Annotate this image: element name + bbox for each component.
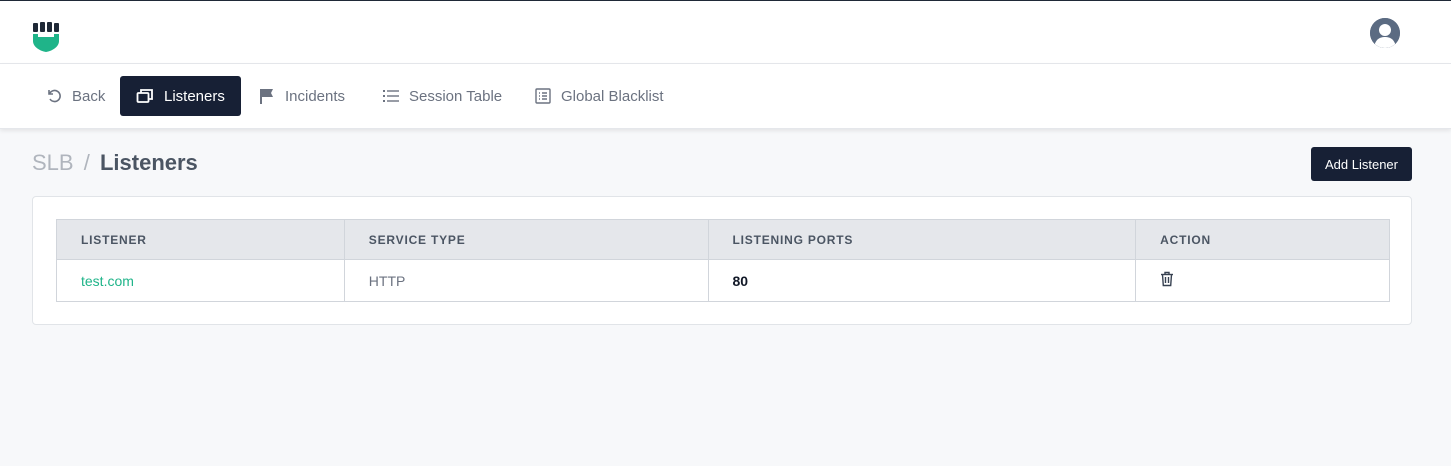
column-header-service-type: SERVICE TYPE	[343, 219, 709, 260]
flag-icon	[260, 89, 273, 104]
column-header-listener: LISTENER	[56, 219, 345, 260]
breadcrumb: SLB / Listeners	[32, 150, 198, 176]
nav-global-blacklist-label: Global Blacklist	[561, 87, 664, 105]
column-header-action: ACTION	[1135, 219, 1390, 260]
undo-icon	[48, 89, 61, 103]
nav-session-table[interactable]: Session Table	[383, 76, 502, 116]
nav-session-table-label: Session Table	[409, 87, 503, 105]
nav-back[interactable]: Back	[46, 76, 105, 116]
delete-button[interactable]	[1160, 271, 1174, 290]
sub-navigation: Back Listeners Incidents Session Table G…	[0, 64, 1451, 129]
listener-link[interactable]: test.com	[56, 259, 345, 302]
breadcrumb-parent[interactable]: SLB	[32, 150, 74, 175]
action-cell	[1135, 259, 1390, 302]
user-avatar-icon[interactable]	[1370, 18, 1400, 48]
table-header-row: LISTENER SERVICE TYPE LISTENING PORTS AC…	[56, 219, 1390, 260]
table-row: test.com HTTP 80	[56, 259, 1390, 302]
nav-listeners-label: Listeners	[164, 87, 225, 105]
top-header	[0, 0, 1451, 64]
listeners-table: LISTENER SERVICE TYPE LISTENING PORTS AC…	[56, 219, 1390, 302]
nav-incidents[interactable]: Incidents	[259, 76, 345, 116]
nav-incidents-label: Incidents	[285, 87, 346, 105]
add-listener-button[interactable]: Add Listener	[1311, 147, 1412, 181]
nav-back-label: Back	[72, 87, 106, 105]
breadcrumb-separator: /	[83, 150, 90, 175]
list-icon	[383, 90, 399, 102]
trash-icon	[1161, 271, 1174, 287]
windows-icon	[136, 89, 153, 103]
list-box-icon	[535, 88, 551, 104]
fist-shield-logo[interactable]	[32, 21, 60, 53]
page-title: Listeners	[99, 150, 198, 175]
nav-listeners[interactable]: Listeners	[120, 76, 241, 116]
nav-global-blacklist[interactable]: Global Blacklist	[535, 76, 664, 116]
service-type-cell: HTTP	[343, 259, 709, 302]
column-header-listening-ports: LISTENING PORTS	[707, 219, 1137, 260]
listening-ports-cell: 80	[707, 259, 1137, 302]
listeners-card: LISTENER SERVICE TYPE LISTENING PORTS AC…	[32, 196, 1412, 325]
